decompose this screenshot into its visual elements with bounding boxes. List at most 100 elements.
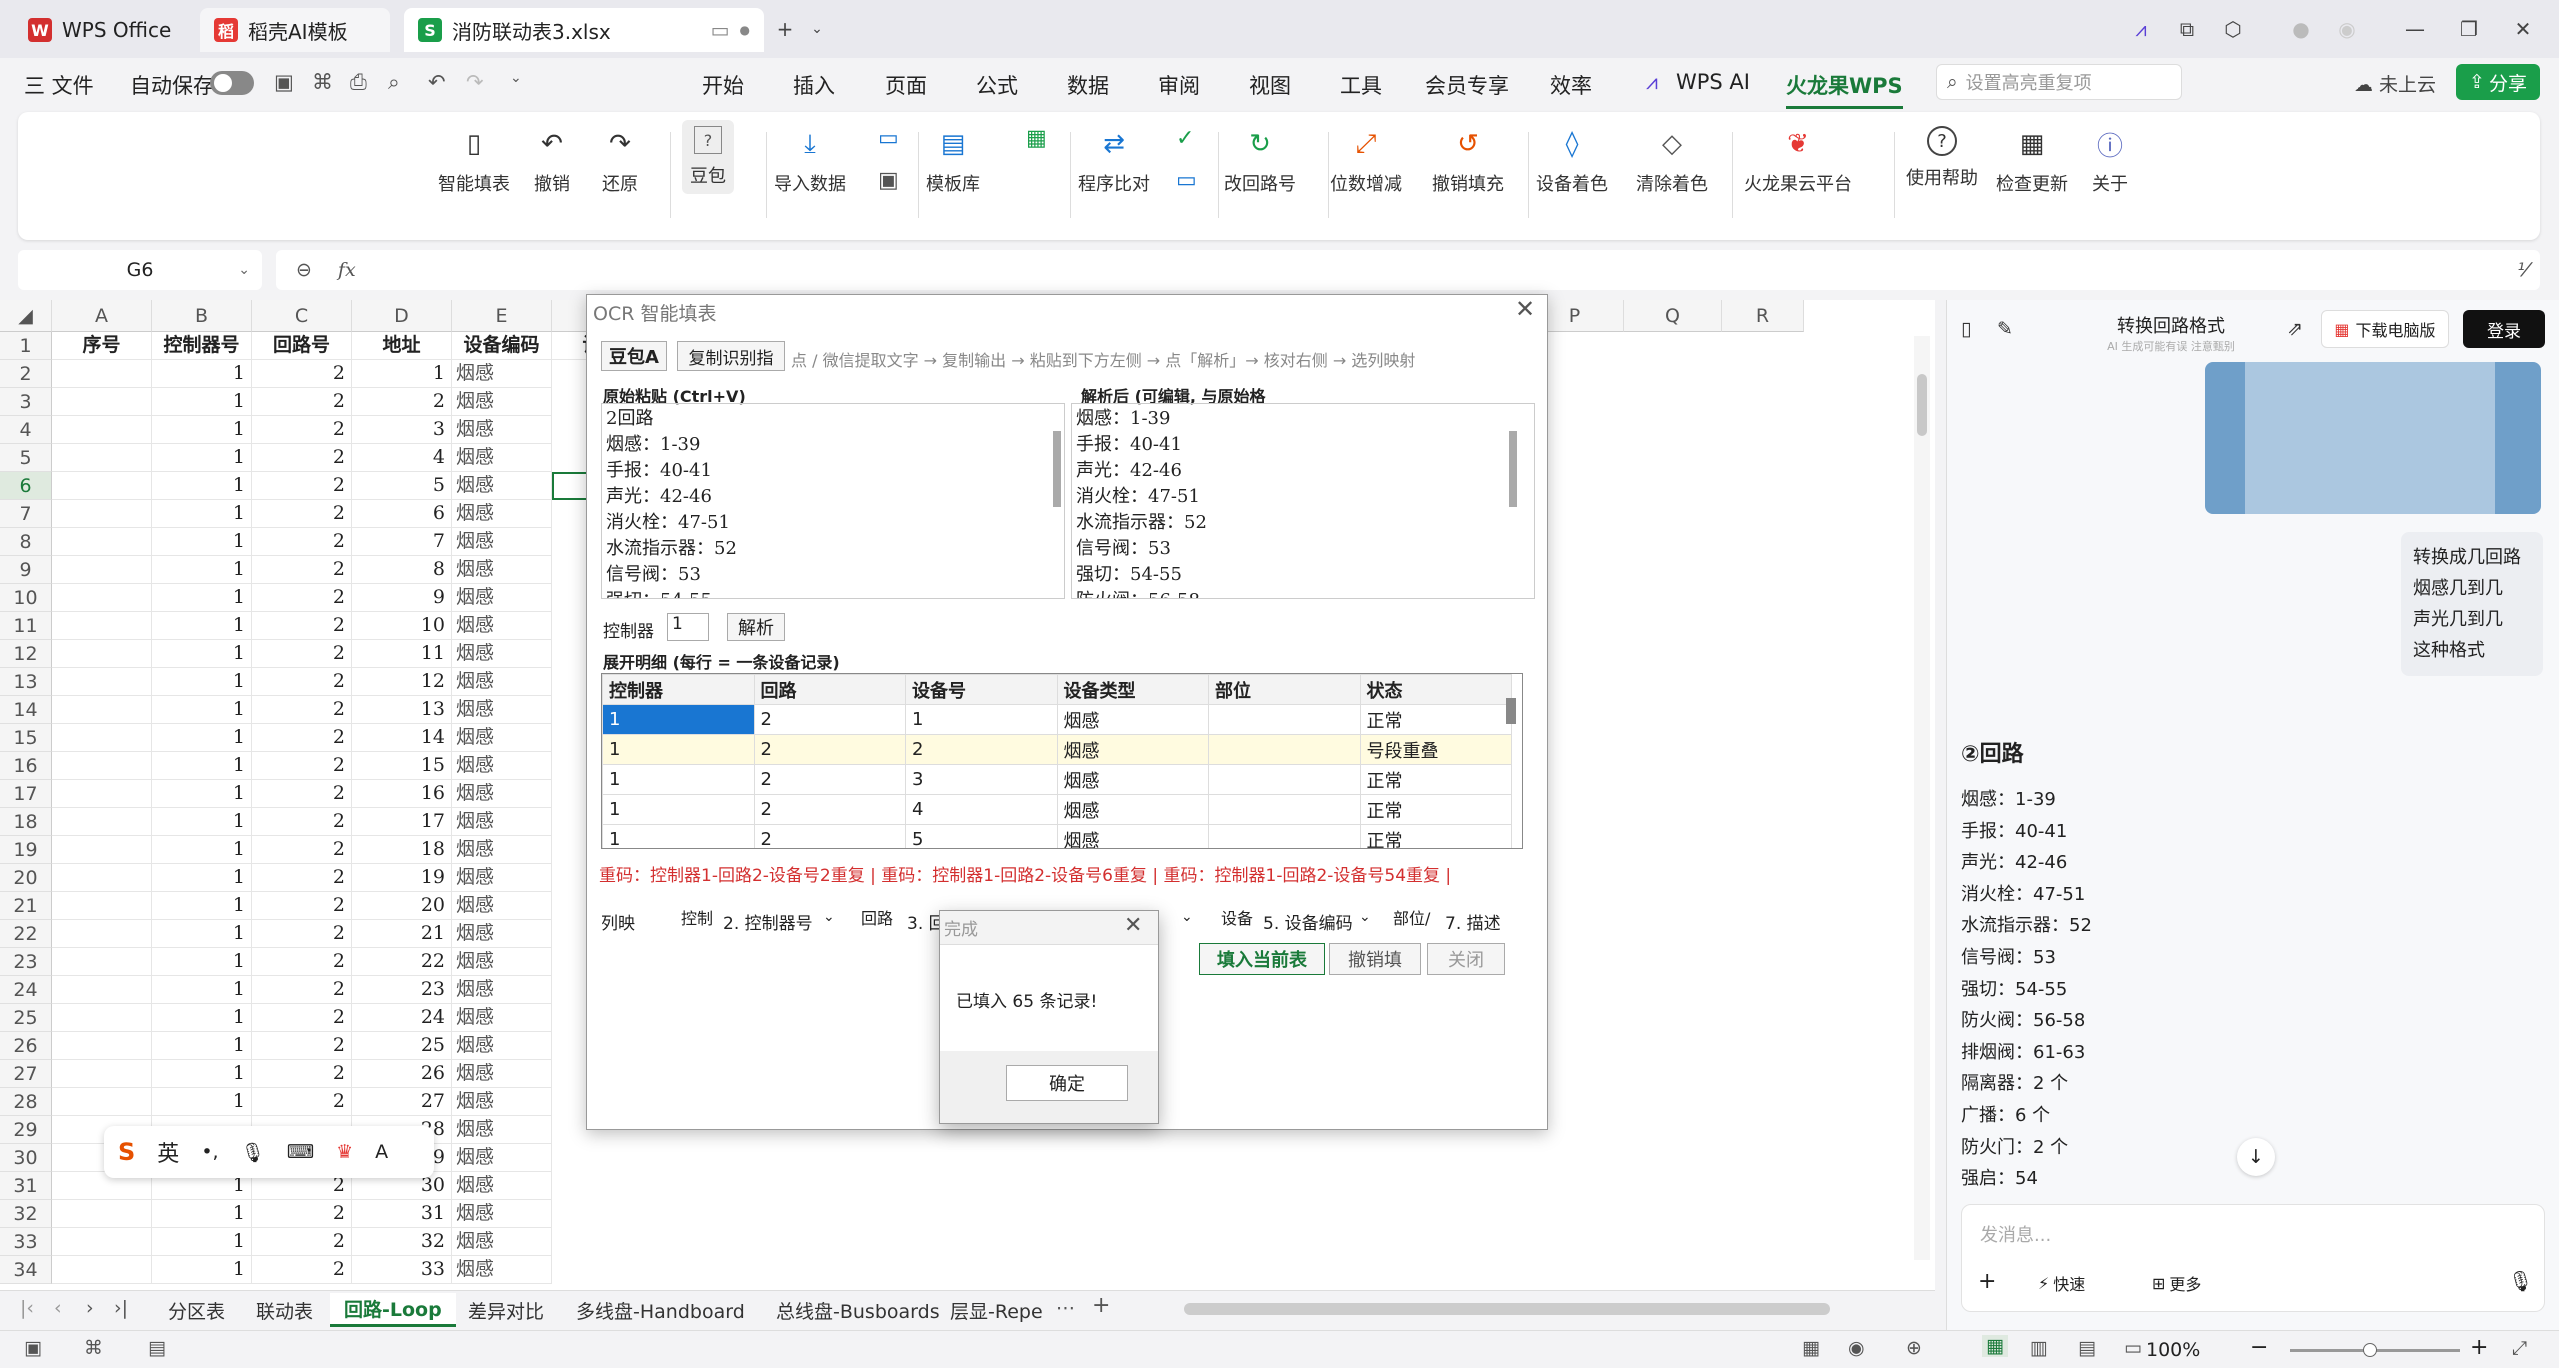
attach-plus-icon[interactable]: + (1978, 1269, 1996, 1294)
row-header[interactable]: 31 (0, 1172, 52, 1200)
cell-b[interactable]: 1 (152, 360, 252, 388)
cell-c[interactable]: 2 (252, 864, 352, 892)
save-disk-icon[interactable]: ▣ (878, 168, 899, 193)
new-chat-icon[interactable]: ✎ (1997, 318, 2013, 340)
cell-b[interactable]: 1 (152, 808, 252, 836)
page-break-icon[interactable]: ▤ (2078, 1337, 2096, 1359)
cell-d[interactable]: 7 (352, 528, 452, 556)
cell-a[interactable] (52, 472, 152, 500)
cell-e[interactable]: 烟感 (452, 892, 552, 920)
cell-a[interactable] (52, 388, 152, 416)
cell-c[interactable]: 2 (252, 976, 352, 1004)
cell-a[interactable] (52, 752, 152, 780)
table-header-cell[interactable]: 控制器 (602, 674, 755, 705)
row-header[interactable]: 3 (0, 388, 52, 416)
table-cell[interactable]: 1 (602, 734, 755, 765)
sheet-tab-handboard[interactable]: 多线盘-Handboard (576, 1297, 745, 1324)
cell-a[interactable] (52, 864, 152, 892)
select-chevron-icon[interactable]: ⌄ (1359, 909, 1371, 925)
cell-b[interactable]: 1 (152, 640, 252, 668)
cell-e[interactable]: 烟感 (452, 612, 552, 640)
share-chat-icon[interactable]: ⇗ (2287, 318, 2303, 340)
table-cell[interactable]: 1 (905, 704, 1058, 735)
cell-e[interactable]: 烟感 (452, 752, 552, 780)
table-row[interactable]: 1 2 3 烟感 正常 (602, 764, 1512, 795)
row-header[interactable]: 28 (0, 1088, 52, 1116)
menu-insert[interactable]: 插入 (793, 70, 835, 100)
row-header[interactable]: 20 (0, 864, 52, 892)
last-sheet-nav-icon[interactable]: ›| (114, 1297, 128, 1319)
row-header[interactable]: 23 (0, 948, 52, 976)
cell-b[interactable]: 1 (152, 1228, 252, 1256)
table-cell[interactable]: 1 (602, 764, 755, 795)
table-cell[interactable]: 正常 (1359, 794, 1512, 825)
select-chevron-icon[interactable]: ⌄ (823, 909, 835, 925)
cell-b[interactable]: 1 (152, 724, 252, 752)
menu-member[interactable]: 会员专享 (1425, 70, 1509, 100)
cell-d[interactable]: 25 (352, 1032, 452, 1060)
cell-d[interactable]: 9 (352, 584, 452, 612)
share-button[interactable]: ⇪ 分享 (2456, 64, 2540, 100)
cell-d[interactable]: 23 (352, 976, 452, 1004)
cell-c[interactable]: 2 (252, 612, 352, 640)
cell-e[interactable]: 烟感 (452, 948, 552, 976)
table-cell[interactable]: 3 (905, 764, 1058, 795)
cell-a[interactable] (52, 920, 152, 948)
row-header[interactable]: 29 (0, 1116, 52, 1144)
cell-c[interactable]: 2 (252, 444, 352, 472)
table-cell[interactable]: 2 (753, 704, 906, 735)
cell-a[interactable] (52, 1032, 152, 1060)
cell-d[interactable]: 2 (352, 388, 452, 416)
sheet-tab-busboards[interactable]: 总线盘-Busboards (776, 1297, 940, 1324)
column-header-a[interactable]: A (52, 300, 152, 332)
cell-a[interactable] (52, 1004, 152, 1032)
cell-a[interactable] (52, 668, 152, 696)
row-header[interactable]: 32 (0, 1200, 52, 1228)
doubao-button[interactable]: ? 豆包 (682, 120, 734, 194)
cell-b[interactable]: 1 (152, 472, 252, 500)
cell-c[interactable]: 2 (252, 724, 352, 752)
cell-e[interactable]: 烟感 (452, 1060, 552, 1088)
cell-d[interactable]: 12 (352, 668, 452, 696)
row-header[interactable]: 25 (0, 1004, 52, 1032)
cell-a[interactable] (52, 1088, 152, 1116)
header-cell[interactable]: 控制器号 (152, 332, 252, 360)
cell-a[interactable] (52, 1228, 152, 1256)
name-box[interactable]: G6 ⌄ (18, 250, 262, 290)
cell-a[interactable] (52, 780, 152, 808)
cell-c[interactable]: 2 (252, 640, 352, 668)
cell-c[interactable]: 2 (252, 1200, 352, 1228)
menu-formula[interactable]: 公式 (976, 70, 1018, 100)
cell-b[interactable]: 1 (152, 752, 252, 780)
fullscreen-icon[interactable]: ⤢ (2512, 1337, 2527, 1359)
cell-c[interactable]: 2 (252, 696, 352, 724)
cell-d[interactable]: 18 (352, 836, 452, 864)
cell-c[interactable]: 2 (252, 1004, 352, 1032)
cell-d[interactable]: 31 (352, 1200, 452, 1228)
cell-c[interactable]: 2 (252, 1060, 352, 1088)
share-link-icon[interactable]: ⌘ (312, 70, 333, 94)
cell-b[interactable]: 1 (152, 1004, 252, 1032)
voice-input-icon[interactable]: 🎙 (241, 1141, 265, 1164)
cell-a[interactable] (52, 416, 152, 444)
cell-b[interactable]: 1 (152, 416, 252, 444)
skin-icon[interactable]: ♛ (336, 1141, 353, 1163)
new-tab-button[interactable]: + (770, 14, 800, 44)
cell-a[interactable] (52, 556, 152, 584)
undo-button[interactable]: ↶ 撤销 (534, 126, 570, 196)
sheet-tab-diff[interactable]: 差异对比 (468, 1297, 544, 1324)
cell-c[interactable]: 2 (252, 808, 352, 836)
page-layout-icon[interactable]: ▥ (2030, 1337, 2048, 1359)
select-chevron-icon[interactable]: ⌄ (1181, 909, 1193, 925)
formula-input-area[interactable]: ⊖ fx ⅟ (276, 250, 2540, 290)
cloud-status[interactable]: ☁ 未上云 (2354, 70, 2436, 97)
cell-e[interactable]: 烟感 (452, 528, 552, 556)
status-icon[interactable]: ● (2286, 14, 2316, 44)
sheet-tab-loop[interactable]: 回路-Loop (330, 1293, 456, 1327)
cell-b[interactable]: 1 (152, 780, 252, 808)
next-sheet-nav-icon[interactable]: › (86, 1297, 94, 1319)
table-cell[interactable] (1208, 764, 1361, 795)
cell-d[interactable]: 13 (352, 696, 452, 724)
table-cell[interactable]: 1 (602, 794, 755, 825)
cell-c[interactable]: 2 (252, 1228, 352, 1256)
